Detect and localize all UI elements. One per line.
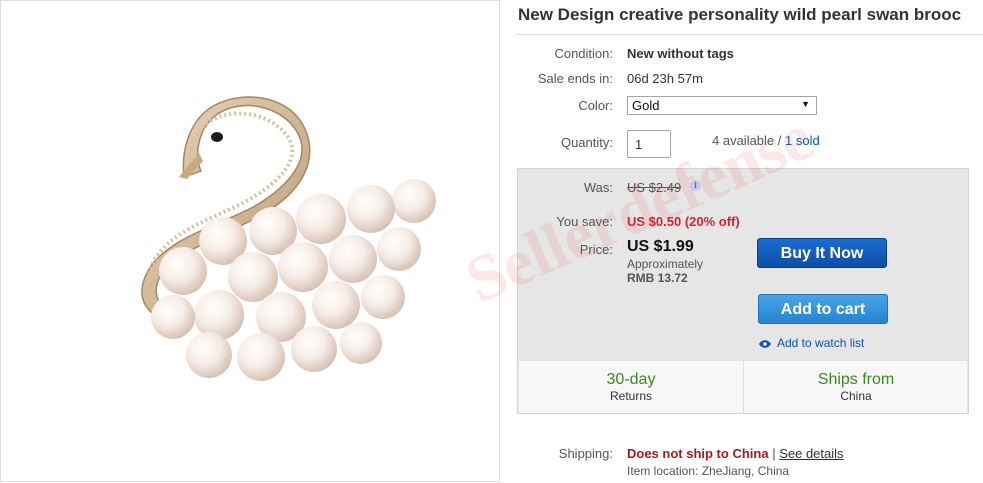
condition-value: New without tags xyxy=(627,46,734,61)
sold-count-link[interactable]: 1 sold xyxy=(785,133,820,148)
swan-brooch-image xyxy=(141,96,436,381)
shipping-label: Shipping: xyxy=(558,446,613,461)
sale-ends-label: Sale ends in: xyxy=(537,71,613,86)
ships-from-tile[interactable]: Ships from China xyxy=(743,361,968,413)
returns-tile-title: 30-day xyxy=(606,371,656,388)
color-select[interactable]: Gold ▼ xyxy=(627,96,817,115)
condition-label: Condition: xyxy=(554,46,613,61)
shipping-status: Does not ship to China xyxy=(627,446,769,461)
you-save-label: You save: xyxy=(556,214,613,229)
approx-price: Approximately RMB 13.72 xyxy=(627,257,703,285)
dropdown-arrow-icon: ▼ xyxy=(801,99,810,109)
ships-from-tile-title: Ships from xyxy=(817,371,895,388)
approx-value: RMB 13.72 xyxy=(627,271,688,285)
returns-tile-subtitle: Returns xyxy=(609,389,653,403)
watch-list-label: Add to watch list xyxy=(777,336,865,350)
add-to-cart-button[interactable]: Add to cart xyxy=(758,294,888,324)
price-value: US $1.99 xyxy=(627,238,694,255)
swan-eye xyxy=(211,132,223,142)
sale-ends-value: 06d 23h 57m xyxy=(627,71,703,86)
shipping-separator: | xyxy=(772,446,776,461)
availability: 4 available / 1 sold xyxy=(712,133,820,148)
see-details-link[interactable]: See details xyxy=(779,446,843,461)
info-tiles: 30-day Returns Ships from China xyxy=(519,360,967,413)
ships-from-tile-subtitle: China xyxy=(840,389,872,403)
product-image-panel[interactable] xyxy=(0,0,500,482)
shipping-value: Does not ship to China | See details xyxy=(627,446,844,461)
approx-label: Approximately xyxy=(627,257,704,271)
returns-tile[interactable]: 30-day Returns xyxy=(519,361,743,413)
color-select-value: Gold xyxy=(632,98,660,113)
was-label: Was: xyxy=(583,180,613,195)
title-divider xyxy=(517,34,983,35)
eye-icon xyxy=(759,340,771,348)
quantity-label: Quantity: xyxy=(560,135,613,150)
price-label: Price: xyxy=(579,242,613,257)
add-to-watch-list-link[interactable]: Add to watch list xyxy=(759,336,864,350)
buy-it-now-button[interactable]: Buy It Now xyxy=(757,238,887,268)
color-label: Color: xyxy=(578,98,613,113)
was-price: US $2.49 xyxy=(627,180,682,195)
quantity-input[interactable]: 1 xyxy=(627,130,671,158)
listing-title: New Design creative personality wild pea… xyxy=(518,5,962,24)
available-count: 4 available / xyxy=(712,133,782,148)
item-location: Item location: ZheJiang, China xyxy=(627,464,790,478)
info-icon[interactable]: i xyxy=(690,180,701,191)
savings-value: US $0.50 (20% off) xyxy=(627,214,740,229)
